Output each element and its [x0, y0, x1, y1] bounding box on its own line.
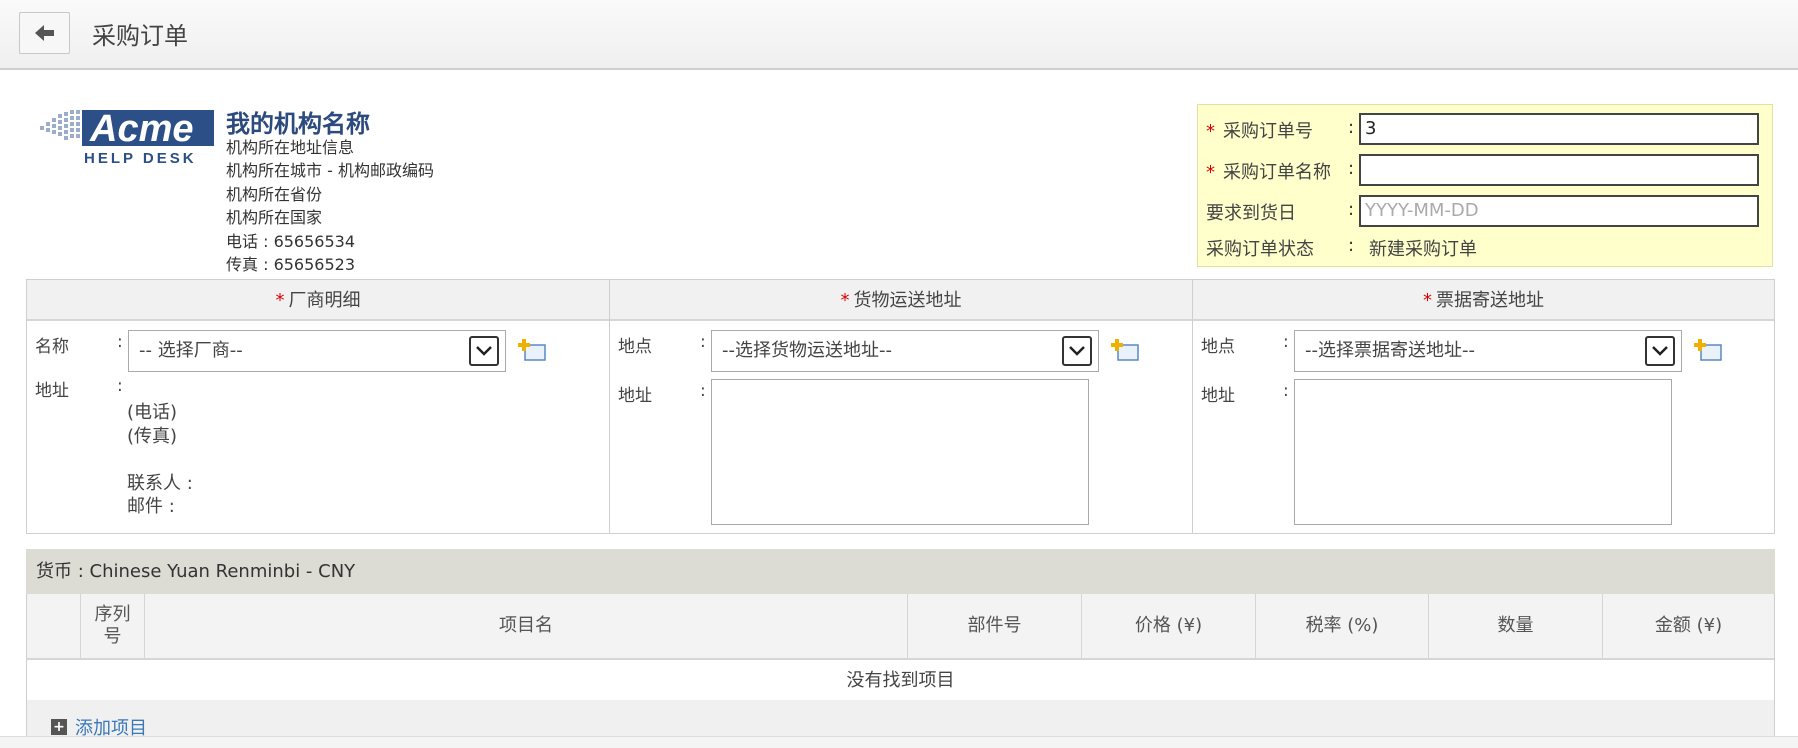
shipping-site-label: 地点 — [618, 337, 652, 357]
billing-header-label: 票据寄送地址 — [1436, 290, 1544, 311]
colon: : — [117, 332, 123, 352]
chevron-down-icon — [1645, 336, 1675, 366]
chevron-down-icon — [1062, 336, 1092, 366]
shipping-address-label: 地址 — [618, 386, 652, 406]
po-number-row: * 采购订单号 : 3 — [1198, 111, 1774, 145]
arrow-left-icon — [34, 25, 54, 41]
items-header-row: 序列 号 项目名 部件号 价格 (¥) 税率 (%) 数量 金额 (¥) — [27, 594, 1774, 660]
po-status-value: 新建采购订单 — [1369, 239, 1477, 260]
colon: : — [1283, 381, 1289, 401]
billing-address-label: 地址 — [1201, 386, 1235, 406]
vendor-select[interactable]: -- 选择厂商-- — [128, 330, 506, 372]
col-quantity[interactable]: 数量 — [1429, 594, 1603, 658]
colon: : — [117, 376, 123, 396]
org-country: 机构所在国家 — [226, 208, 323, 227]
required-mark: * — [1206, 121, 1215, 142]
org-phone: 电话 : 65656534 — [226, 232, 356, 251]
vendor-email: 邮件 : — [127, 496, 175, 517]
billing-column: * 票据寄送地址 地点 : --选择票据寄送地址-- 地址 : — [1193, 280, 1774, 533]
colon: : — [700, 332, 706, 352]
chevron-down-icon — [469, 336, 499, 366]
shipping-address-textarea[interactable] — [711, 379, 1089, 525]
col-amount[interactable]: 金额 (¥) — [1603, 594, 1774, 658]
billing-select-value: --选择票据寄送地址-- — [1305, 340, 1475, 361]
col-price[interactable]: 价格 (¥) — [1082, 594, 1256, 658]
vendor-fax: (传真) — [127, 426, 178, 447]
top-bar: 采购订单 — [0, 0, 1798, 70]
org-logo: Acme HELP DESK — [38, 108, 216, 168]
add-vendor-icon[interactable] — [517, 339, 547, 363]
vendor-header: * 厂商明细 — [27, 280, 609, 321]
col-seq[interactable]: 序列 号 — [81, 594, 145, 658]
col-tax[interactable]: 税率 (%) — [1256, 594, 1429, 658]
org-address: 机构所在地址信息 — [226, 138, 355, 157]
po-due-date-input[interactable]: YYYY-MM-DD — [1359, 195, 1759, 227]
vendor-header-label: 厂商明细 — [288, 290, 361, 311]
empty-items-message: 没有找到项目 — [27, 660, 1774, 700]
add-shipping-address-icon[interactable] — [1110, 339, 1140, 363]
po-info-panel: * 采购订单号 : 3 * 采购订单名称 : 要求到货日 : YYYY-MM-DD … — [1197, 104, 1773, 267]
currency-bar: 货币 : Chinese Yuan Renminbi - CNY — [26, 549, 1775, 594]
address-section: * 厂商明细 名称 : -- 选择厂商-- 地址 : (电话) (传真) 联系人 … — [26, 279, 1775, 534]
svg-text:Acme: Acme — [89, 108, 194, 150]
back-button[interactable] — [19, 12, 70, 54]
po-due-label: 要求到货日 — [1206, 203, 1296, 224]
org-province: 机构所在省份 — [226, 185, 323, 204]
colon: : — [1348, 235, 1355, 256]
required-mark: * — [840, 290, 850, 311]
colon: : — [1348, 117, 1355, 138]
billing-site-label: 地点 — [1201, 337, 1235, 357]
plus-icon: + — [51, 719, 67, 735]
bottom-strip — [0, 736, 1798, 748]
colon: : — [1283, 332, 1289, 352]
col-select — [27, 594, 81, 658]
shipping-header-label: 货物运送地址 — [853, 290, 962, 311]
colon: : — [700, 381, 706, 401]
col-seq-line1: 序列 — [94, 604, 131, 625]
po-number-label: 采购订单号 — [1223, 121, 1313, 142]
colon: : — [1348, 199, 1355, 220]
billing-site-select[interactable]: --选择票据寄送地址-- — [1294, 330, 1682, 372]
org-city-zip: 机构所在城市 - 机构邮政编码 — [226, 161, 434, 180]
vendor-phone: (电话) — [127, 402, 178, 423]
required-mark: * — [1206, 162, 1215, 183]
vendor-name-label: 名称 — [35, 337, 69, 357]
po-due-row: 要求到货日 : YYYY-MM-DD — [1198, 193, 1774, 227]
vendor-column: * 厂商明细 名称 : -- 选择厂商-- 地址 : (电话) (传真) 联系人 … — [27, 280, 610, 533]
po-status-row: 采购订单状态 : 新建采购订单 — [1198, 229, 1774, 263]
col-part-no[interactable]: 部件号 — [908, 594, 1082, 658]
po-status-label: 采购订单状态 — [1206, 239, 1314, 260]
add-billing-address-icon[interactable] — [1693, 339, 1723, 363]
po-number-input[interactable]: 3 — [1359, 113, 1759, 145]
page-title: 采购订单 — [92, 22, 188, 50]
col-item-name[interactable]: 项目名 — [145, 594, 908, 658]
shipping-select-value: --选择货物运送地址-- — [722, 340, 892, 361]
billing-address-textarea[interactable] — [1294, 379, 1672, 525]
col-seq-line2: 号 — [103, 626, 122, 647]
shipping-column: * 货物运送地址 地点 : --选择货物运送地址-- 地址 : — [610, 280, 1193, 533]
po-name-row: * 采购订单名称 : — [1198, 152, 1774, 186]
shipping-site-select[interactable]: --选择货物运送地址-- — [711, 330, 1099, 372]
required-mark: * — [275, 290, 285, 311]
po-name-input[interactable] — [1359, 154, 1759, 186]
items-table: 序列 号 项目名 部件号 价格 (¥) 税率 (%) 数量 金额 (¥) 没有找… — [26, 594, 1775, 748]
colon: : — [1348, 158, 1355, 179]
po-name-label: 采购订单名称 — [1223, 162, 1331, 183]
svg-text:HELP DESK: HELP DESK — [84, 150, 197, 167]
vendor-address-label: 地址 — [35, 381, 69, 401]
vendor-select-value: -- 选择厂商-- — [139, 340, 243, 361]
billing-header: * 票据寄送地址 — [1193, 280, 1774, 321]
required-mark: * — [1423, 290, 1432, 311]
shipping-header: * 货物运送地址 — [610, 280, 1192, 321]
org-fax: 传真 : 65656523 — [226, 255, 356, 274]
